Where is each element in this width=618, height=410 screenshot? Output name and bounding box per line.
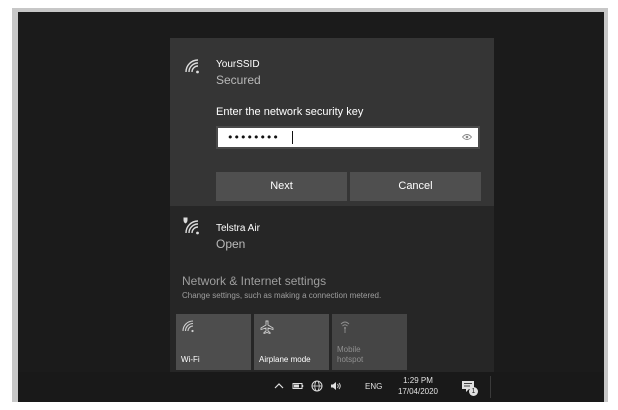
text-caret (292, 131, 293, 144)
security-key-value: •••••••• (227, 131, 279, 144)
notification-count-badge: 1 (469, 387, 478, 396)
network-name: Telstra Air (216, 223, 260, 234)
security-key-label: Enter the network security key (216, 106, 364, 118)
action-center-button[interactable]: 1 (458, 377, 478, 397)
network-status: Secured (216, 73, 261, 87)
input-language-indicator[interactable]: ENG (365, 382, 382, 392)
network-name: YourSSID (216, 59, 260, 70)
reveal-password-icon[interactable] (462, 133, 472, 141)
network-globe-icon[interactable] (311, 380, 323, 392)
next-button[interactable]: Next (216, 172, 347, 201)
selected-network-panel[interactable]: YourSSID Secured Enter the network secur… (170, 38, 494, 206)
desktop-screen: YourSSID Secured Enter the network secur… (18, 12, 604, 402)
wifi-open-shield-icon (183, 217, 199, 235)
clock-date: 17/04/2020 (397, 387, 439, 396)
quick-action-airplane-mode[interactable]: Airplane mode (254, 314, 329, 370)
tile-label: Airplane mode (259, 355, 311, 364)
clock-time: 1:29 PM (403, 376, 433, 385)
monitor-frame: YourSSID Secured Enter the network secur… (12, 8, 608, 402)
network-list-item[interactable]: Telstra Air Open (170, 206, 494, 262)
wifi-secured-icon (185, 59, 199, 74)
security-key-input[interactable]: •••••••• (216, 126, 480, 149)
volume-icon[interactable] (330, 380, 342, 392)
network-status: Open (216, 237, 246, 251)
show-desktop-divider (490, 376, 491, 398)
battery-icon[interactable] (292, 380, 304, 392)
network-flyout: YourSSID Secured Enter the network secur… (170, 38, 494, 382)
airplane-icon (260, 320, 274, 334)
quick-action-wifi[interactable]: Wi-Fi (176, 314, 251, 370)
network-settings-description: Change settings, such as making a connec… (182, 291, 382, 300)
network-settings-link[interactable]: Network & Internet settings (182, 274, 326, 288)
taskbar: ENG 1:29 PM 17/04/2020 1 (18, 372, 604, 402)
show-hidden-icons-chevron-icon[interactable] (273, 380, 285, 392)
clock[interactable]: 1:29 PM 17/04/2020 (392, 375, 444, 397)
tile-label: Mobile hotspot (337, 345, 364, 364)
quick-action-mobile-hotspot[interactable]: Mobile hotspot (332, 314, 407, 370)
cancel-button[interactable]: Cancel (350, 172, 481, 201)
tile-label: Wi-Fi (181, 355, 200, 364)
hotspot-icon (340, 321, 350, 333)
wifi-icon (182, 320, 194, 333)
